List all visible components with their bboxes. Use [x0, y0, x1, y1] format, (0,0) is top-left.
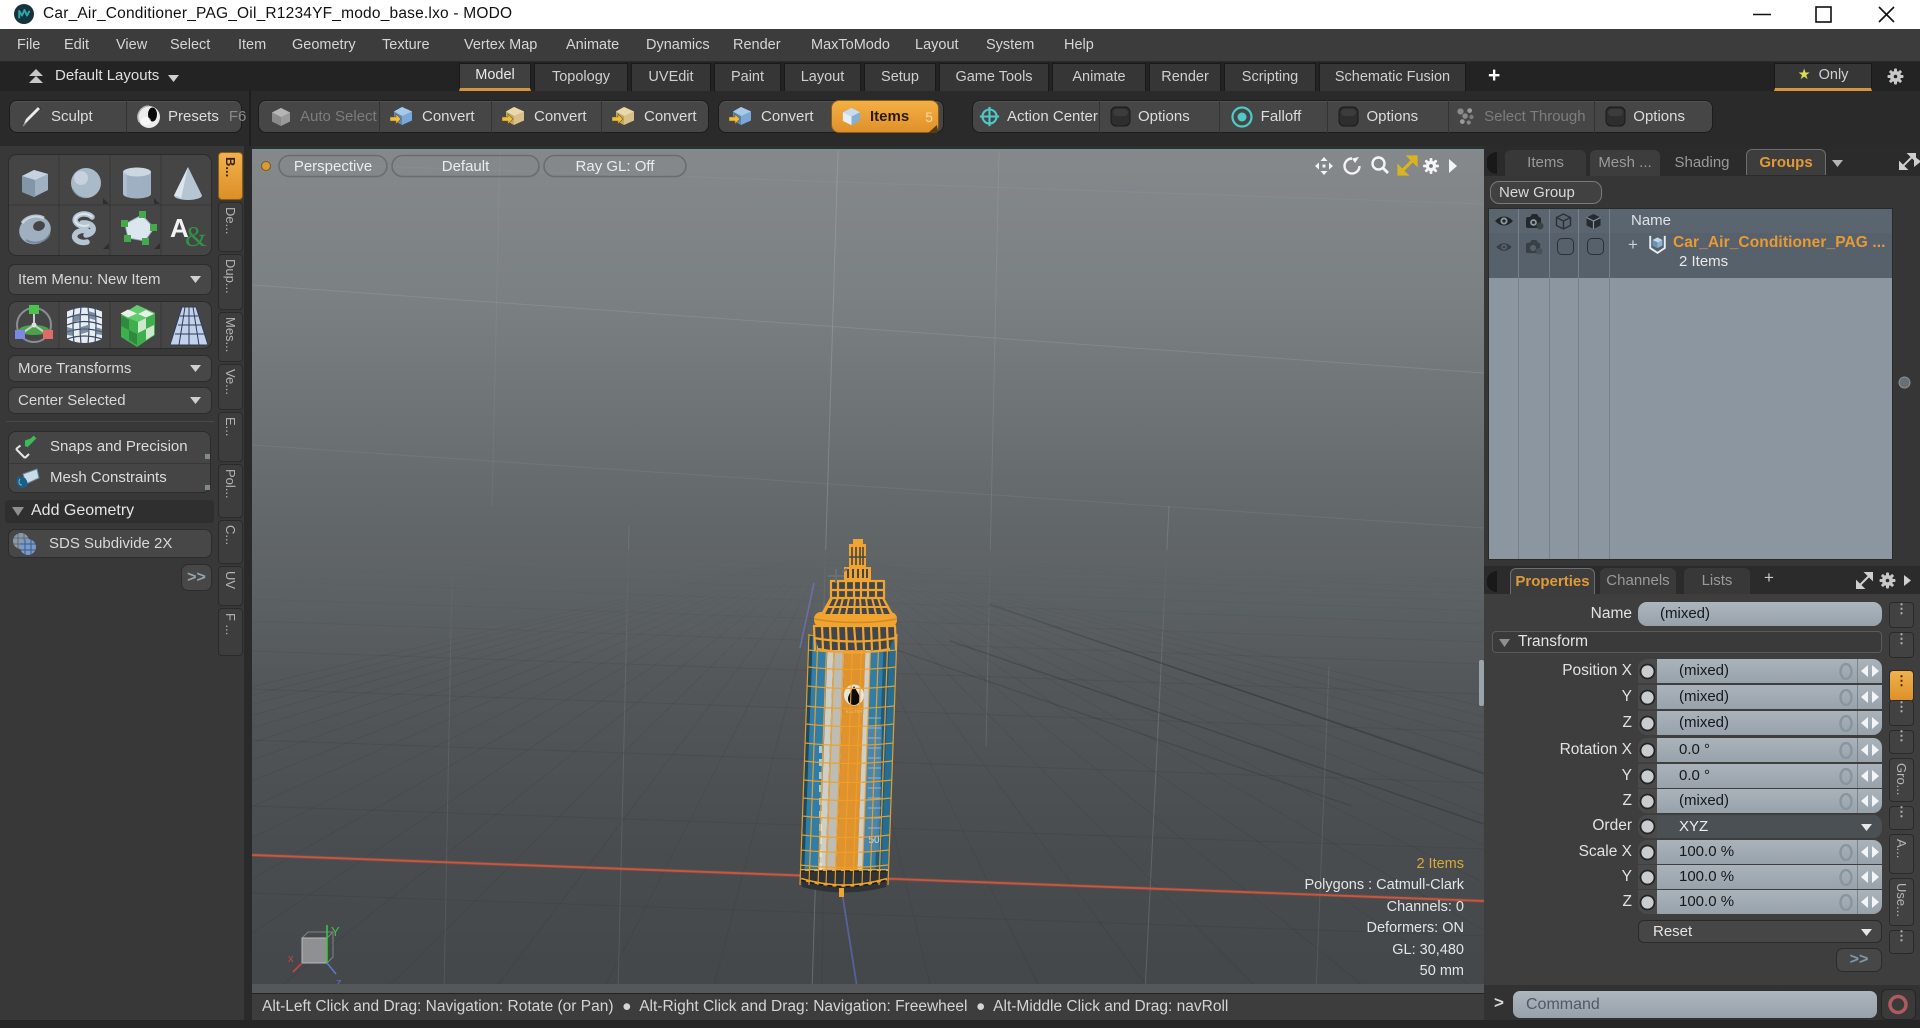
- svg-text:Deformers: ON: Deformers: ON: [1367, 920, 1465, 936]
- svg-text:Ray GL: Off: Ray GL: Off: [576, 158, 656, 175]
- svg-text:Default: Default: [442, 158, 490, 175]
- svg-text:50 mm: 50 mm: [1420, 963, 1464, 979]
- svg-text:Perspective: Perspective: [294, 158, 372, 175]
- svg-text:GL: 30,480: GL: 30,480: [1392, 942, 1464, 958]
- svg-text:&: &: [185, 222, 207, 253]
- svg-text:Y: Y: [331, 924, 340, 939]
- svg-text:Channels: 0: Channels: 0: [1387, 899, 1464, 915]
- svg-text:x: x: [288, 953, 294, 965]
- svg-text:KALTE#: KALTE#: [846, 709, 863, 714]
- svg-text:2 Items: 2 Items: [1416, 856, 1464, 872]
- svg-text:Polygons : Catmull-Clark: Polygons : Catmull-Clark: [1304, 877, 1464, 893]
